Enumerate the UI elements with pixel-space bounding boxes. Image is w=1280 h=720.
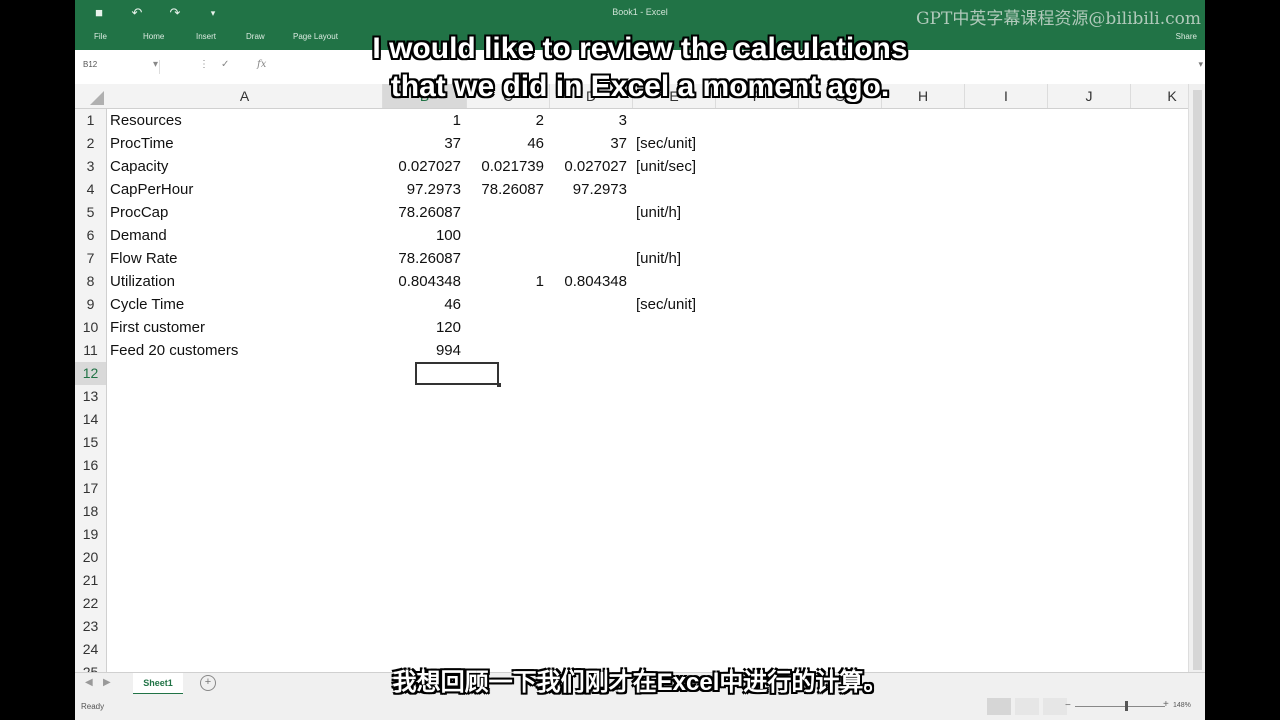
row-header-24[interactable]: 24 xyxy=(75,638,107,661)
cell-a1[interactable]: Resources xyxy=(110,109,182,132)
english-subtitle-line1: I would like to review the calculations xyxy=(372,32,908,65)
cell-a10[interactable]: First customer xyxy=(110,316,205,339)
page-break-view-icon[interactable] xyxy=(1043,698,1067,715)
vertical-scrollbar-thumb[interactable] xyxy=(1193,90,1202,670)
cell-b4[interactable]: 97.2973 xyxy=(383,178,461,201)
cell-d1[interactable]: 3 xyxy=(550,109,627,132)
cell-c3[interactable]: 0.021739 xyxy=(467,155,544,178)
title-bar: ■ ↶ ↷ ▾ Book1 - Excel GPT中英字幕课程资源@bilibi… xyxy=(75,0,1205,29)
cell-b6[interactable]: 100 xyxy=(383,224,461,247)
row-header-20[interactable]: 20 xyxy=(75,546,107,569)
row-header-19[interactable]: 19 xyxy=(75,523,107,546)
english-subtitle: I would like to review the calculations … xyxy=(0,30,1280,106)
cell-a11[interactable]: Feed 20 customers xyxy=(110,339,238,362)
cell-e9[interactable]: [sec/unit] xyxy=(636,293,696,316)
row-header-3[interactable]: 3 xyxy=(75,155,107,178)
cell-a8[interactable]: Utilization xyxy=(110,270,175,293)
row-header-22[interactable]: 22 xyxy=(75,592,107,615)
row-header-11[interactable]: 11 xyxy=(75,339,107,362)
page-layout-view-icon[interactable] xyxy=(1015,698,1039,715)
cell-c1[interactable]: 2 xyxy=(467,109,544,132)
spreadsheet-grid: ABCDEFGHIJK 1 2 3 4 5 6 7 8 9 10 11 12 13 14 15 16 17 18 1… xyxy=(75,84,1188,684)
cell-b8[interactable]: 0.804348 xyxy=(383,270,461,293)
cell-b10[interactable]: 120 xyxy=(383,316,461,339)
row-header-4[interactable]: 4 xyxy=(75,178,107,201)
row-header-1[interactable]: 1 xyxy=(75,109,107,132)
zoom-in-icon[interactable]: + xyxy=(1163,699,1169,710)
row-header-2[interactable]: 2 xyxy=(75,132,107,155)
row-header-7[interactable]: 7 xyxy=(75,247,107,270)
english-subtitle-line2: that we did in Excel a moment ago. xyxy=(390,70,890,103)
row-header-13[interactable]: 13 xyxy=(75,385,107,408)
cell-b7[interactable]: 78.26087 xyxy=(383,247,461,270)
watermark: GPT中英字幕课程资源@bilibili.com xyxy=(915,9,1201,29)
cell-e5[interactable]: [unit/h] xyxy=(636,201,681,224)
cell-b9[interactable]: 46 xyxy=(383,293,461,316)
cell-e7[interactable]: [unit/h] xyxy=(636,247,681,270)
cell-c4[interactable]: 78.26087 xyxy=(467,178,544,201)
cell-d4[interactable]: 97.2973 xyxy=(550,178,627,201)
status-ready: Ready xyxy=(81,702,105,711)
row-header-14[interactable]: 14 xyxy=(75,408,107,431)
row-header-17[interactable]: 17 xyxy=(75,477,107,500)
cell-a3[interactable]: Capacity xyxy=(110,155,168,178)
zoom-out-icon[interactable]: − xyxy=(1065,700,1071,711)
row-header-15[interactable]: 15 xyxy=(75,431,107,454)
cell-b3[interactable]: 0.027027 xyxy=(383,155,461,178)
cell-a9[interactable]: Cycle Time xyxy=(110,293,184,316)
cell-d3[interactable]: 0.027027 xyxy=(550,155,627,178)
zoom-slider[interactable] xyxy=(1075,706,1165,707)
cell-a5[interactable]: ProcCap xyxy=(110,201,168,224)
cell-a2[interactable]: ProcTime xyxy=(110,132,174,155)
row-header-18[interactable]: 18 xyxy=(75,500,107,523)
cell-area[interactable]: Resources 1 2 3 ProcTime 37 46 37 [sec/unit] Capa… xyxy=(107,109,1188,680)
zoom-slider-knob[interactable] xyxy=(1125,701,1128,711)
row-header-6[interactable]: 6 xyxy=(75,224,107,247)
normal-view-icon[interactable] xyxy=(987,698,1011,715)
row-header-23[interactable]: 23 xyxy=(75,615,107,638)
cell-b5[interactable]: 78.26087 xyxy=(383,201,461,224)
cell-a4[interactable]: CapPerHour xyxy=(110,178,193,201)
row-header-10[interactable]: 10 xyxy=(75,316,107,339)
cell-c2[interactable]: 46 xyxy=(467,132,544,155)
active-cell-B12[interactable] xyxy=(415,362,501,387)
vertical-scrollbar[interactable] xyxy=(1188,84,1205,680)
chinese-subtitle: 我想回顾一下我们刚才在Excel中进行的计算。 xyxy=(392,669,888,696)
row-header-9[interactable]: 9 xyxy=(75,293,107,316)
cell-a7[interactable]: Flow Rate xyxy=(110,247,178,270)
cell-c8[interactable]: 1 xyxy=(467,270,544,293)
zoom-level[interactable]: 148% xyxy=(1173,702,1191,709)
cell-e3[interactable]: [unit/sec] xyxy=(636,155,696,178)
row-header-16[interactable]: 16 xyxy=(75,454,107,477)
status-bar: Ready − + 148% xyxy=(75,694,1205,720)
cell-b2[interactable]: 37 xyxy=(383,132,461,155)
cell-d2[interactable]: 37 xyxy=(550,132,627,155)
cell-d8[interactable]: 0.804348 xyxy=(550,270,627,293)
row-header-21[interactable]: 21 xyxy=(75,569,107,592)
cell-a6[interactable]: Demand xyxy=(110,224,167,247)
cell-b11[interactable]: 994 xyxy=(383,339,461,362)
row-header-5[interactable]: 5 xyxy=(75,201,107,224)
cell-b1[interactable]: 1 xyxy=(383,109,461,132)
cell-e2[interactable]: [sec/unit] xyxy=(636,132,696,155)
row-header-8[interactable]: 8 xyxy=(75,270,107,293)
excel-window: ■ ↶ ↷ ▾ Book1 - Excel GPT中英字幕课程资源@bilibi… xyxy=(75,0,1205,720)
row-header-12[interactable]: 12 xyxy=(75,362,107,385)
